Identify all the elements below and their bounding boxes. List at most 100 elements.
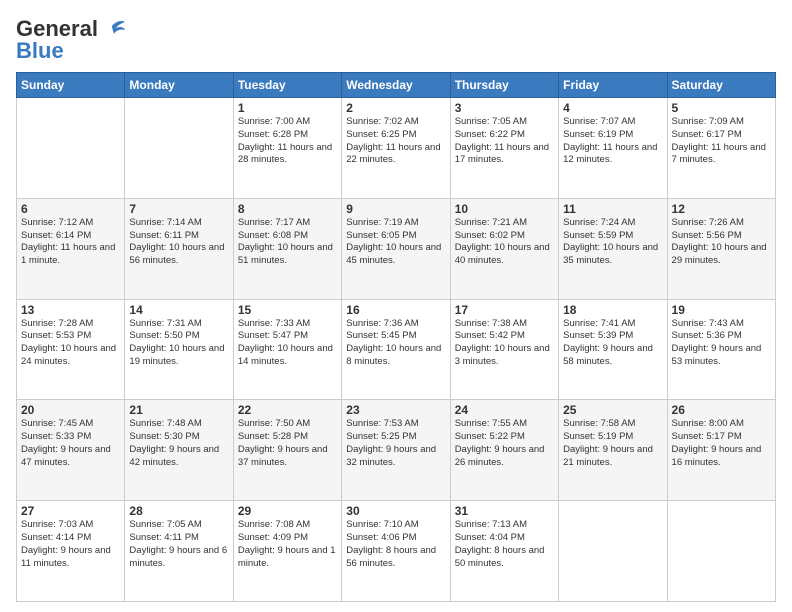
day-number: 23 [346, 403, 445, 417]
day-number: 9 [346, 202, 445, 216]
table-row: 26Sunrise: 8:00 AM Sunset: 5:17 PM Dayli… [667, 400, 775, 501]
day-info: Sunrise: 7:14 AM Sunset: 6:11 PM Dayligh… [129, 217, 228, 268]
day-info: Sunrise: 7:41 AM Sunset: 5:39 PM Dayligh… [563, 318, 662, 369]
weekday-header-row: Sunday Monday Tuesday Wednesday Thursday… [17, 73, 776, 98]
page: General Blue Sunday Monday Tuesday Wedne… [0, 0, 792, 612]
day-number: 22 [238, 403, 337, 417]
day-number: 3 [455, 101, 554, 115]
day-info: Sunrise: 7:08 AM Sunset: 4:09 PM Dayligh… [238, 519, 337, 570]
table-row: 11Sunrise: 7:24 AM Sunset: 5:59 PM Dayli… [559, 198, 667, 299]
table-row: 28Sunrise: 7:05 AM Sunset: 4:11 PM Dayli… [125, 501, 233, 602]
table-row: 3Sunrise: 7:05 AM Sunset: 6:22 PM Daylig… [450, 98, 558, 199]
day-info: Sunrise: 7:07 AM Sunset: 6:19 PM Dayligh… [563, 116, 662, 167]
header-thursday: Thursday [450, 73, 558, 98]
day-info: Sunrise: 7:43 AM Sunset: 5:36 PM Dayligh… [672, 318, 771, 369]
table-row: 22Sunrise: 7:50 AM Sunset: 5:28 PM Dayli… [233, 400, 341, 501]
day-number: 14 [129, 303, 228, 317]
table-row: 30Sunrise: 7:10 AM Sunset: 4:06 PM Dayli… [342, 501, 450, 602]
table-row: 2Sunrise: 7:02 AM Sunset: 6:25 PM Daylig… [342, 98, 450, 199]
table-row: 18Sunrise: 7:41 AM Sunset: 5:39 PM Dayli… [559, 299, 667, 400]
table-row [667, 501, 775, 602]
day-info: Sunrise: 7:53 AM Sunset: 5:25 PM Dayligh… [346, 418, 445, 469]
day-number: 15 [238, 303, 337, 317]
day-number: 6 [21, 202, 120, 216]
table-row: 19Sunrise: 7:43 AM Sunset: 5:36 PM Dayli… [667, 299, 775, 400]
table-row: 31Sunrise: 7:13 AM Sunset: 4:04 PM Dayli… [450, 501, 558, 602]
table-row: 24Sunrise: 7:55 AM Sunset: 5:22 PM Dayli… [450, 400, 558, 501]
day-number: 26 [672, 403, 771, 417]
day-info: Sunrise: 7:45 AM Sunset: 5:33 PM Dayligh… [21, 418, 120, 469]
day-number: 25 [563, 403, 662, 417]
day-info: Sunrise: 7:02 AM Sunset: 6:25 PM Dayligh… [346, 116, 445, 167]
day-number: 28 [129, 504, 228, 518]
calendar-table: Sunday Monday Tuesday Wednesday Thursday… [16, 72, 776, 602]
calendar-week-row: 13Sunrise: 7:28 AM Sunset: 5:53 PM Dayli… [17, 299, 776, 400]
table-row: 25Sunrise: 7:58 AM Sunset: 5:19 PM Dayli… [559, 400, 667, 501]
day-number: 2 [346, 101, 445, 115]
table-row: 13Sunrise: 7:28 AM Sunset: 5:53 PM Dayli… [17, 299, 125, 400]
day-number: 29 [238, 504, 337, 518]
day-info: Sunrise: 7:00 AM Sunset: 6:28 PM Dayligh… [238, 116, 337, 167]
table-row: 23Sunrise: 7:53 AM Sunset: 5:25 PM Dayli… [342, 400, 450, 501]
day-info: Sunrise: 7:03 AM Sunset: 4:14 PM Dayligh… [21, 519, 120, 570]
table-row: 17Sunrise: 7:38 AM Sunset: 5:42 PM Dayli… [450, 299, 558, 400]
day-number: 11 [563, 202, 662, 216]
day-info: Sunrise: 7:05 AM Sunset: 4:11 PM Dayligh… [129, 519, 228, 570]
day-number: 24 [455, 403, 554, 417]
calendar-week-row: 27Sunrise: 7:03 AM Sunset: 4:14 PM Dayli… [17, 501, 776, 602]
day-info: Sunrise: 7:55 AM Sunset: 5:22 PM Dayligh… [455, 418, 554, 469]
table-row: 27Sunrise: 7:03 AM Sunset: 4:14 PM Dayli… [17, 501, 125, 602]
header: General Blue [16, 16, 776, 64]
day-info: Sunrise: 8:00 AM Sunset: 5:17 PM Dayligh… [672, 418, 771, 469]
table-row: 5Sunrise: 7:09 AM Sunset: 6:17 PM Daylig… [667, 98, 775, 199]
table-row: 21Sunrise: 7:48 AM Sunset: 5:30 PM Dayli… [125, 400, 233, 501]
day-info: Sunrise: 7:28 AM Sunset: 5:53 PM Dayligh… [21, 318, 120, 369]
logo: General Blue [16, 16, 126, 64]
day-number: 18 [563, 303, 662, 317]
day-info: Sunrise: 7:21 AM Sunset: 6:02 PM Dayligh… [455, 217, 554, 268]
table-row: 6Sunrise: 7:12 AM Sunset: 6:14 PM Daylig… [17, 198, 125, 299]
day-number: 10 [455, 202, 554, 216]
day-number: 5 [672, 101, 771, 115]
table-row: 8Sunrise: 7:17 AM Sunset: 6:08 PM Daylig… [233, 198, 341, 299]
day-info: Sunrise: 7:38 AM Sunset: 5:42 PM Dayligh… [455, 318, 554, 369]
logo-text-block: General Blue [16, 16, 126, 64]
day-info: Sunrise: 7:31 AM Sunset: 5:50 PM Dayligh… [129, 318, 228, 369]
table-row: 7Sunrise: 7:14 AM Sunset: 6:11 PM Daylig… [125, 198, 233, 299]
day-number: 20 [21, 403, 120, 417]
day-number: 4 [563, 101, 662, 115]
day-number: 13 [21, 303, 120, 317]
logo-blue: Blue [16, 38, 64, 64]
header-tuesday: Tuesday [233, 73, 341, 98]
table-row [17, 98, 125, 199]
logo-bird-icon [98, 18, 126, 40]
day-info: Sunrise: 7:48 AM Sunset: 5:30 PM Dayligh… [129, 418, 228, 469]
day-number: 7 [129, 202, 228, 216]
day-info: Sunrise: 7:24 AM Sunset: 5:59 PM Dayligh… [563, 217, 662, 268]
day-info: Sunrise: 7:36 AM Sunset: 5:45 PM Dayligh… [346, 318, 445, 369]
day-number: 31 [455, 504, 554, 518]
table-row: 14Sunrise: 7:31 AM Sunset: 5:50 PM Dayli… [125, 299, 233, 400]
header-sunday: Sunday [17, 73, 125, 98]
day-info: Sunrise: 7:10 AM Sunset: 4:06 PM Dayligh… [346, 519, 445, 570]
day-number: 27 [21, 504, 120, 518]
table-row: 4Sunrise: 7:07 AM Sunset: 6:19 PM Daylig… [559, 98, 667, 199]
table-row: 12Sunrise: 7:26 AM Sunset: 5:56 PM Dayli… [667, 198, 775, 299]
calendar-week-row: 20Sunrise: 7:45 AM Sunset: 5:33 PM Dayli… [17, 400, 776, 501]
table-row [559, 501, 667, 602]
day-info: Sunrise: 7:13 AM Sunset: 4:04 PM Dayligh… [455, 519, 554, 570]
table-row: 1Sunrise: 7:00 AM Sunset: 6:28 PM Daylig… [233, 98, 341, 199]
day-number: 1 [238, 101, 337, 115]
day-number: 8 [238, 202, 337, 216]
table-row: 20Sunrise: 7:45 AM Sunset: 5:33 PM Dayli… [17, 400, 125, 501]
calendar-week-row: 1Sunrise: 7:00 AM Sunset: 6:28 PM Daylig… [17, 98, 776, 199]
day-info: Sunrise: 7:33 AM Sunset: 5:47 PM Dayligh… [238, 318, 337, 369]
table-row: 16Sunrise: 7:36 AM Sunset: 5:45 PM Dayli… [342, 299, 450, 400]
table-row: 9Sunrise: 7:19 AM Sunset: 6:05 PM Daylig… [342, 198, 450, 299]
day-info: Sunrise: 7:17 AM Sunset: 6:08 PM Dayligh… [238, 217, 337, 268]
day-number: 12 [672, 202, 771, 216]
table-row [125, 98, 233, 199]
day-info: Sunrise: 7:12 AM Sunset: 6:14 PM Dayligh… [21, 217, 120, 268]
day-number: 17 [455, 303, 554, 317]
day-info: Sunrise: 7:09 AM Sunset: 6:17 PM Dayligh… [672, 116, 771, 167]
